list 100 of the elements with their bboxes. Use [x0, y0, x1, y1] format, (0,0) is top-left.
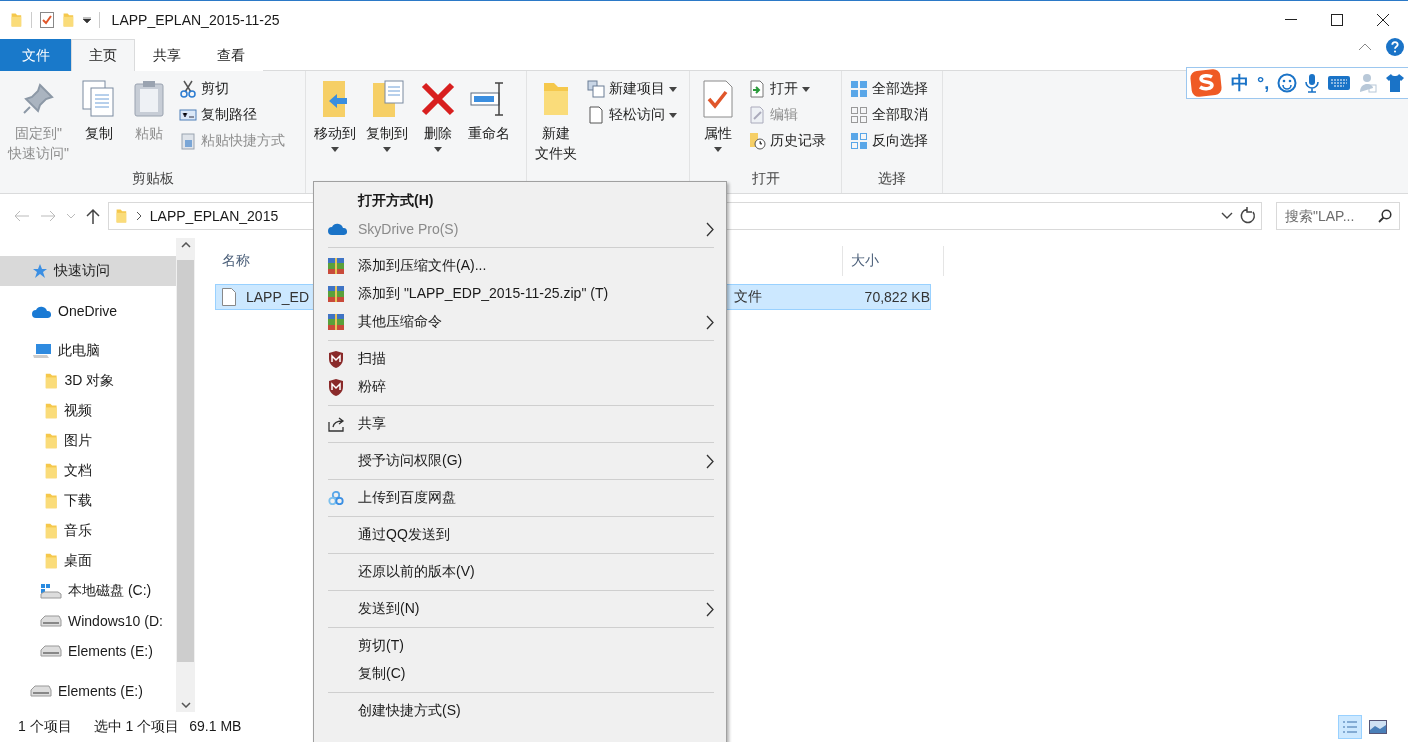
- shield-icon: [328, 378, 344, 396]
- archive-icon: [328, 258, 344, 274]
- new-folder-icon: [61, 11, 75, 28]
- folder-icon: [44, 432, 59, 450]
- ribbon-tab[interactable]: 文件: [0, 39, 71, 71]
- folder-icon: [44, 492, 59, 510]
- ribbon-button[interactable]: 复制: [75, 77, 123, 167]
- cloud-icon: [328, 223, 348, 235]
- menu-item[interactable]: 发送到(N): [316, 595, 724, 623]
- collapse-ribbon-icon[interactable]: [1358, 43, 1372, 51]
- group-label: 剪贴板: [130, 169, 175, 188]
- ribbon-tab[interactable]: 主页: [71, 39, 135, 71]
- punctuation-toggle[interactable]: °,: [1257, 72, 1270, 94]
- share-icon: [328, 416, 346, 432]
- menu-item[interactable]: 复制(C): [316, 660, 724, 688]
- cloud-icon: [32, 304, 52, 318]
- menu-item[interactable]: 打开方式(H): [316, 187, 724, 215]
- sidebar-item[interactable]: Windows10 (D:: [0, 606, 176, 636]
- system-drive-icon: [40, 583, 62, 599]
- ribbon-button[interactable]: 复制到: [362, 77, 412, 167]
- ribbon-button[interactable]: 全部选择: [846, 77, 932, 101]
- scroll-up-icon[interactable]: [180, 242, 191, 248]
- search-field[interactable]: 搜索"LAP...: [1276, 202, 1400, 230]
- up-button[interactable]: [84, 206, 102, 226]
- sidebar-item[interactable]: 音乐: [0, 516, 176, 546]
- group-label: 打开: [750, 169, 781, 188]
- scrollbar[interactable]: [176, 238, 195, 712]
- folder-icon: [44, 552, 59, 570]
- archive-icon: [328, 314, 344, 330]
- ribbon-button[interactable]: 新建项目: [583, 77, 681, 101]
- shirt-icon[interactable]: [1385, 73, 1406, 93]
- ribbon-button[interactable]: 全部取消: [846, 103, 932, 127]
- minimize-icon: [1285, 18, 1297, 21]
- ime-logo-icon[interactable]: [1189, 68, 1223, 98]
- folder-icon: [44, 372, 59, 390]
- properties-icon[interactable]: [39, 11, 54, 28]
- scroll-down-icon[interactable]: [180, 702, 191, 708]
- input-mode-toggle[interactable]: 中: [1231, 71, 1249, 95]
- ribbon-button[interactable]: 打开: [744, 77, 830, 101]
- ribbon-button[interactable]: 重命名: [464, 77, 514, 167]
- sidebar-item[interactable]: 文档: [0, 456, 176, 486]
- menu-item[interactable]: 其他压缩命令: [316, 308, 724, 336]
- sidebar-item[interactable]: 本地磁盘 (C:): [0, 576, 176, 606]
- menu-item[interactable]: 授予访问权限(G): [316, 447, 724, 475]
- ribbon-button[interactable]: 复制路径: [175, 103, 289, 127]
- help-icon[interactable]: [1386, 38, 1404, 56]
- menu-item[interactable]: 扫描: [316, 345, 724, 373]
- sidebar-item[interactable]: 此电脑: [0, 336, 176, 366]
- select-all-icon: [850, 80, 868, 98]
- archive-icon: [328, 286, 344, 302]
- sidebar-item[interactable]: 快速访问: [0, 256, 176, 286]
- file-name: LAPP_ED: [245, 289, 310, 305]
- address-path: LAPP_EPLAN_2015: [149, 208, 279, 224]
- keyboard-icon[interactable]: [1327, 75, 1352, 91]
- invert-selection-icon: [850, 132, 868, 150]
- microphone-icon[interactable]: [1305, 73, 1320, 93]
- menu-item[interactable]: 通过QQ发送到: [316, 521, 724, 549]
- file-type: 文件: [734, 288, 763, 306]
- history-icon: [748, 132, 766, 150]
- shortcut-icon: [179, 132, 197, 150]
- drive-icon: [30, 684, 52, 698]
- menu-item[interactable]: 添加到压缩文件(A)...: [316, 252, 724, 280]
- sidebar-item[interactable]: 3D 对象: [0, 366, 176, 396]
- menu-item[interactable]: 还原以前的版本(V): [316, 558, 724, 586]
- cloud-sync-icon: [328, 491, 344, 505]
- menu-item[interactable]: 创建快捷方式(S): [316, 697, 724, 725]
- new-item-icon: [587, 80, 605, 98]
- ribbon-button[interactable]: 移动到: [310, 77, 360, 167]
- ribbon-button[interactable]: 删除: [414, 77, 462, 167]
- ribbon-button[interactable]: 反向选择: [846, 129, 932, 153]
- smiley-icon[interactable]: [1277, 73, 1298, 93]
- sidebar-item[interactable]: 视频: [0, 396, 176, 426]
- ribbon-button[interactable]: 新建 文件夹: [531, 77, 581, 167]
- sidebar-item[interactable]: 下载: [0, 486, 176, 516]
- sidebar-item[interactable]: Elements (E:): [0, 676, 176, 706]
- sidebar-item[interactable]: 桌面: [0, 546, 176, 576]
- dropdown-icon[interactable]: [82, 16, 91, 23]
- forward-arrow-icon: [40, 210, 56, 222]
- chevron-down-icon[interactable]: [1221, 212, 1233, 220]
- menu-item[interactable]: 上传到百度网盘: [316, 484, 724, 512]
- search-icon: [1378, 209, 1392, 223]
- refresh-icon[interactable]: [1239, 207, 1257, 225]
- menu-item[interactable]: 共享: [316, 410, 724, 438]
- column-header[interactable]: 大小: [843, 252, 943, 270]
- menu-item[interactable]: 剪切(T): [316, 632, 724, 660]
- document-icon: [587, 106, 605, 124]
- ribbon-button[interactable]: 轻松访问: [583, 103, 681, 127]
- menu-item[interactable]: 粉碎: [316, 373, 724, 401]
- path-icon: [179, 106, 197, 124]
- sidebar-item[interactable]: OneDrive: [0, 296, 176, 326]
- ribbon-button[interactable]: 属性: [694, 77, 742, 167]
- scissors-icon: [179, 80, 197, 98]
- maximize-icon: [1331, 13, 1343, 26]
- folder-icon: [10, 11, 23, 28]
- sidebar-item[interactable]: Elements (E:): [0, 636, 176, 666]
- ribbon-button[interactable]: 剪切: [175, 77, 289, 101]
- ribbon-button[interactable]: 历史记录: [744, 129, 830, 153]
- sidebar-item[interactable]: 图片: [0, 426, 176, 456]
- menu-item[interactable]: 添加到 "LAPP_EDP_2015-11-25.zip" (T): [316, 280, 724, 308]
- item-count: 1 个项目: [18, 718, 72, 736]
